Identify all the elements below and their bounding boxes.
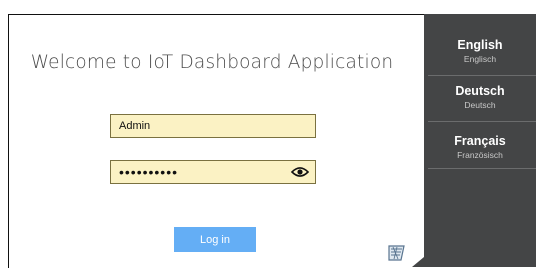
password-field[interactable] xyxy=(110,160,316,184)
page-title: Welcome to IoT Dashboard Application xyxy=(30,52,394,73)
language-subtitle: Deutsch xyxy=(464,100,496,110)
username-field[interactable] xyxy=(110,114,316,138)
username-input[interactable] xyxy=(111,115,315,137)
eye-icon[interactable] xyxy=(291,165,309,179)
language-name: Français xyxy=(454,134,506,148)
divider xyxy=(428,75,536,76)
language-english[interactable]: English Englisch xyxy=(424,38,536,64)
language-deutsch[interactable]: Deutsch Deutsch xyxy=(424,84,536,110)
divider xyxy=(428,121,536,122)
language-name: Deutsch xyxy=(455,84,505,98)
language-subtitle: Französisch xyxy=(457,150,503,160)
language-subtitle: Englisch xyxy=(463,54,497,64)
language-panel: English Englisch Deutsch Deutsch Françai… xyxy=(412,14,536,267)
login-button[interactable]: Log in xyxy=(174,227,256,252)
flag-icon xyxy=(388,245,405,261)
language-francais[interactable]: Français Französisch xyxy=(424,134,536,160)
language-name: English xyxy=(457,38,503,52)
password-input[interactable] xyxy=(111,161,315,183)
divider xyxy=(428,168,536,169)
